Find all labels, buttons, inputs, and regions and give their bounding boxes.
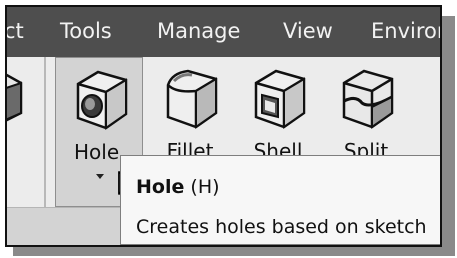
tooltip-description: Creates holes based on sketch: [136, 216, 427, 238]
hole-tooltip: Hole (H) Creates holes based on sketch: [120, 155, 440, 245]
menu-item-manage[interactable]: Manage: [157, 19, 240, 43]
split-icon: [342, 69, 394, 129]
menu-bar: ct Tools Manage View Environ: [7, 7, 440, 57]
fillet-icon: [166, 69, 218, 129]
screenshot-frame: ct Tools Manage View Environ p: [5, 5, 442, 247]
menu-item-environments[interactable]: Environ: [371, 19, 440, 43]
menu-item-view[interactable]: View: [283, 19, 333, 43]
hole-dropdown-caret[interactable]: [96, 174, 104, 179]
ribbon-tool-partial[interactable]: p: [7, 57, 43, 207]
ribbon-separator: [44, 57, 46, 207]
tooltip-title: Hole (H): [136, 176, 220, 198]
tooltip-shortcut: (H): [190, 176, 220, 198]
partial-feature-icon: [7, 73, 23, 122]
tooltip-command-name: Hole: [136, 176, 185, 198]
shell-icon: [254, 69, 306, 129]
menu-item-tools[interactable]: Tools: [60, 19, 112, 43]
hole-icon: [76, 70, 128, 130]
menu-item-assemble-partial[interactable]: ct: [7, 19, 24, 43]
